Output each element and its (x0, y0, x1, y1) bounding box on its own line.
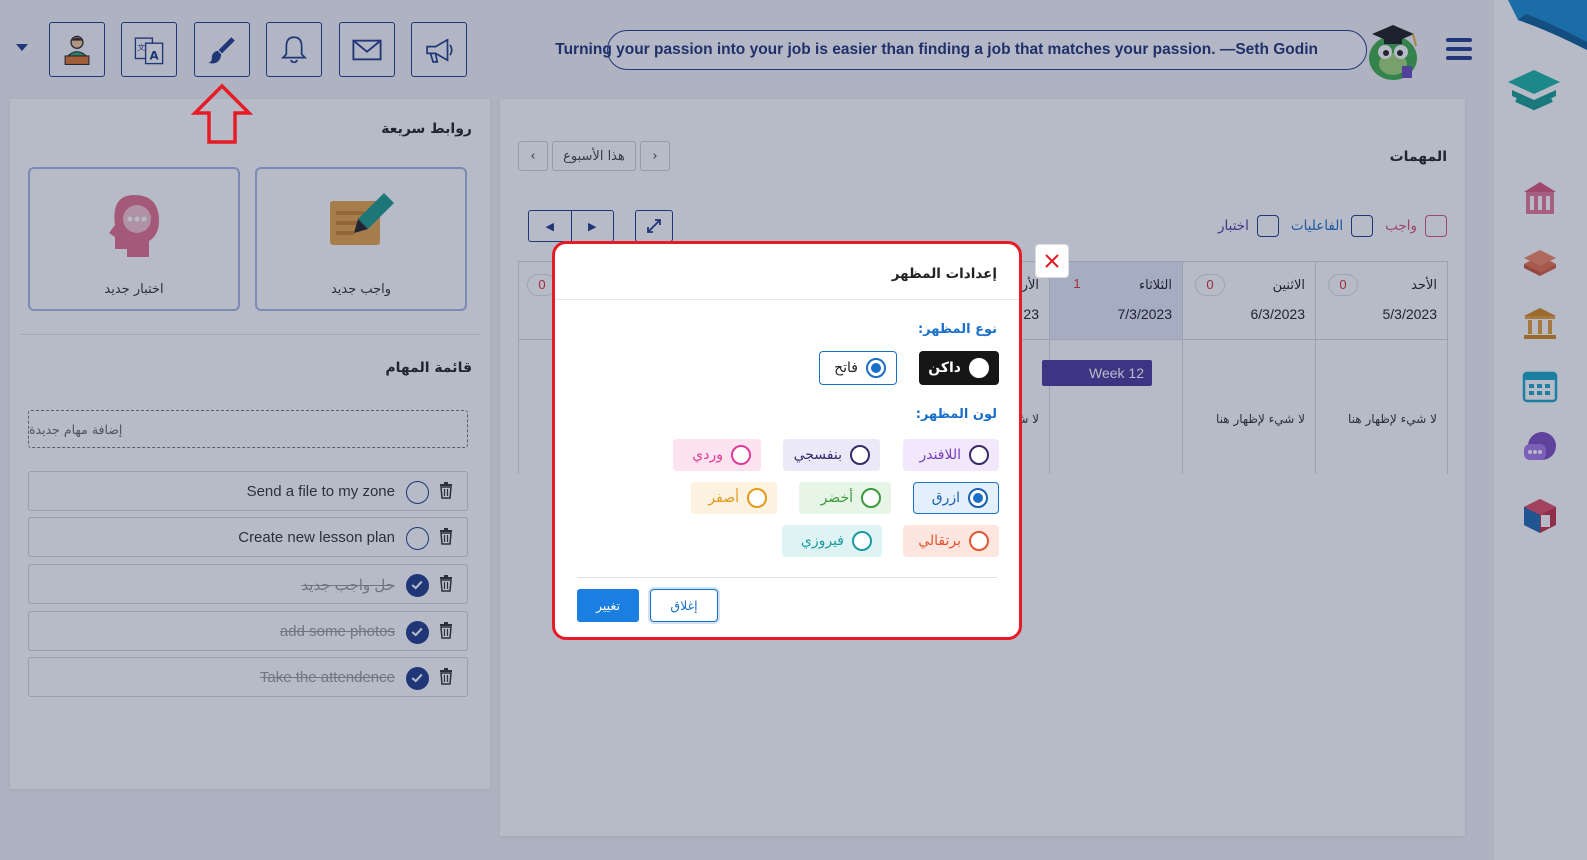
radio[interactable] (969, 445, 989, 465)
radio[interactable] (969, 358, 989, 378)
color-option-pink[interactable]: وردي (673, 439, 761, 471)
color-option-blue[interactable]: ازرق (913, 482, 999, 514)
close-icon (1045, 254, 1059, 268)
radio[interactable] (731, 445, 751, 465)
appearance-settings-modal: إعدادات المظهر نوع المظهر: داكن فاتح لون… (552, 241, 1069, 640)
radio[interactable] (866, 358, 886, 378)
change-button[interactable]: تغيير (577, 589, 639, 622)
color-option-lavender[interactable]: اللافندر (903, 439, 999, 471)
radio[interactable] (969, 531, 989, 551)
radio[interactable] (968, 488, 988, 508)
divider (555, 299, 1019, 300)
radio[interactable] (747, 488, 767, 508)
color-option-turquoise[interactable]: فيروزي (782, 525, 882, 557)
color-option-orange[interactable]: برتقالي (903, 525, 999, 557)
theme-light-option[interactable]: فاتح (819, 351, 897, 385)
radio[interactable] (850, 445, 870, 465)
color-option-green[interactable]: أخضر (799, 482, 891, 514)
theme-color-label: لون المظهر: (915, 407, 997, 422)
radio[interactable] (861, 488, 881, 508)
arrow-up-icon (191, 83, 253, 144)
modal-title: إعدادات المظهر (891, 266, 997, 282)
theme-type-label: نوع المظهر: (917, 322, 997, 337)
divider (577, 577, 997, 578)
color-option-violet[interactable]: بنفسجي (783, 439, 880, 471)
color-option-yellow[interactable]: أصفر (691, 482, 777, 514)
modal-close-button[interactable] (1035, 244, 1069, 278)
theme-dark-option[interactable]: داكن (919, 351, 999, 385)
close-button[interactable]: إغلاق (650, 589, 718, 622)
radio[interactable] (852, 531, 872, 551)
